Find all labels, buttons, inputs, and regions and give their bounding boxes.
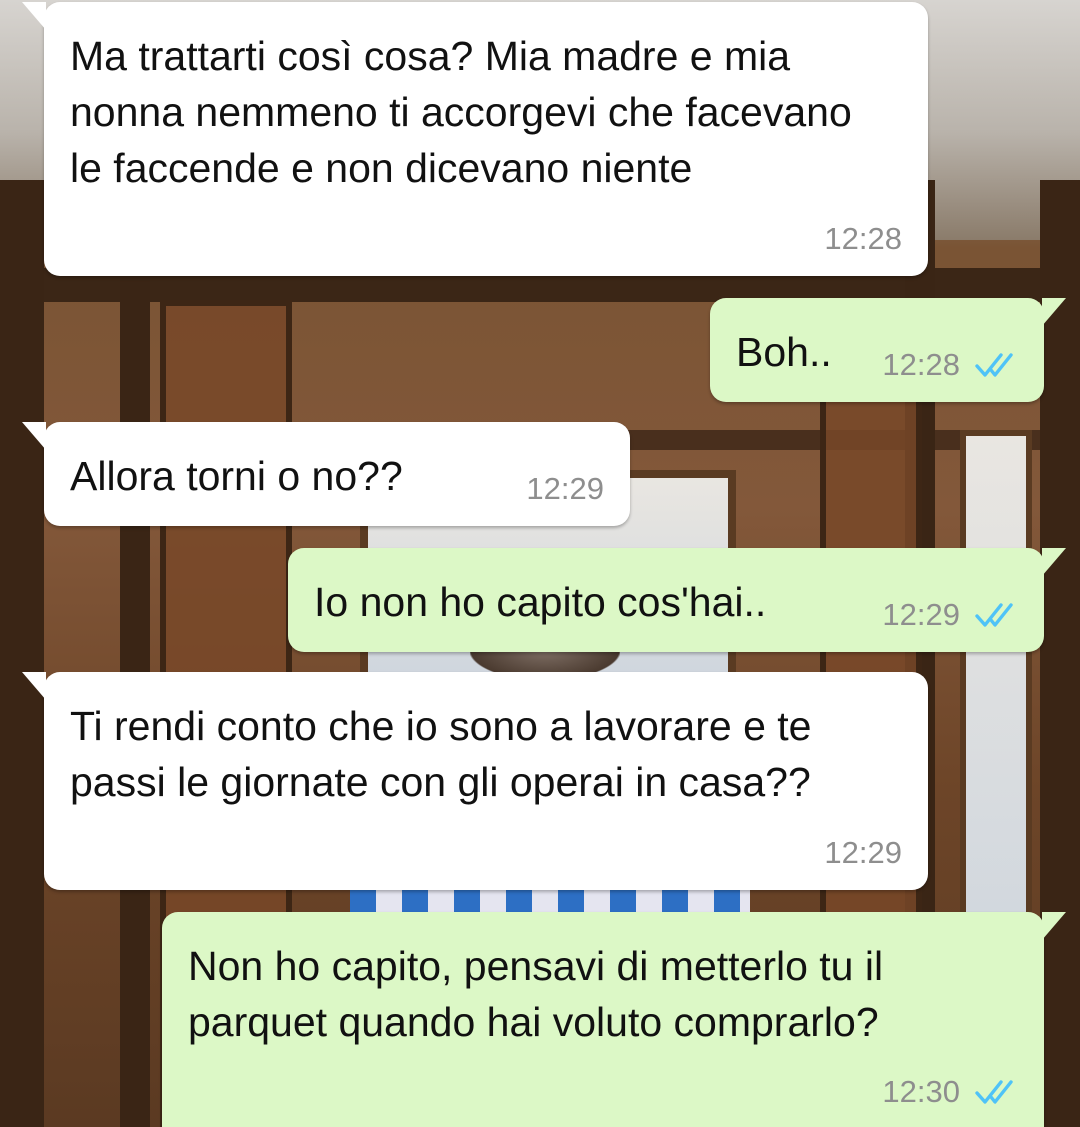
message-bubble-incoming[interactable]: Allora torni o no?? 12:29 (22, 422, 630, 526)
message-time: 12:30 (882, 1074, 960, 1109)
message-bubble-outgoing[interactable]: Non ho capito, pensavi di metterlo tu il… (162, 912, 1066, 1127)
message-text: Non ho capito, pensavi di metterlo tu il… (188, 943, 884, 1045)
message-text: Allora torni o no?? (70, 453, 403, 499)
message-time: 12:29 (526, 471, 604, 506)
message-text: Ma trattarti così cosa? Mia madre e mia … (70, 33, 852, 191)
bubble-tail (22, 422, 46, 450)
message-bubble-incoming[interactable]: Ti rendi conto che io sono a lavorare e … (22, 672, 928, 890)
bubble-tail (1042, 912, 1066, 940)
message-meta: 12:28 (824, 222, 902, 256)
message-meta: 12:29 (526, 472, 604, 506)
wallpaper-post (120, 180, 150, 1127)
message-meta: 12:29 (824, 836, 902, 870)
double-check-icon (974, 600, 1016, 630)
bubble-tail (22, 672, 46, 700)
message-text: Ti rendi conto che io sono a lavorare e … (70, 703, 812, 805)
message-time: 12:29 (824, 835, 902, 870)
double-check-icon (974, 1077, 1016, 1107)
wallpaper-window (960, 430, 1032, 982)
bubble-tail (1042, 298, 1066, 326)
message-bubble-incoming[interactable]: Ma trattarti così cosa? Mia madre e mia … (22, 2, 928, 276)
message-meta: 12:29 (882, 598, 1016, 632)
double-check-icon (974, 350, 1016, 380)
message-time: 12:29 (882, 597, 960, 632)
message-meta: 12:28 (882, 348, 1016, 382)
wallpaper-post (0, 180, 44, 1127)
message-time: 12:28 (824, 221, 902, 256)
message-bubble-outgoing[interactable]: Boh.. 12:28 (710, 298, 1066, 402)
bubble-tail (22, 2, 46, 30)
message-time: 12:28 (882, 347, 960, 382)
message-bubble-outgoing[interactable]: Io non ho capito cos'hai.. 12:29 (288, 548, 1066, 652)
message-meta: 12:30 (882, 1075, 1016, 1109)
wallpaper-stained-glass (350, 890, 750, 912)
bubble-tail (1042, 548, 1066, 576)
